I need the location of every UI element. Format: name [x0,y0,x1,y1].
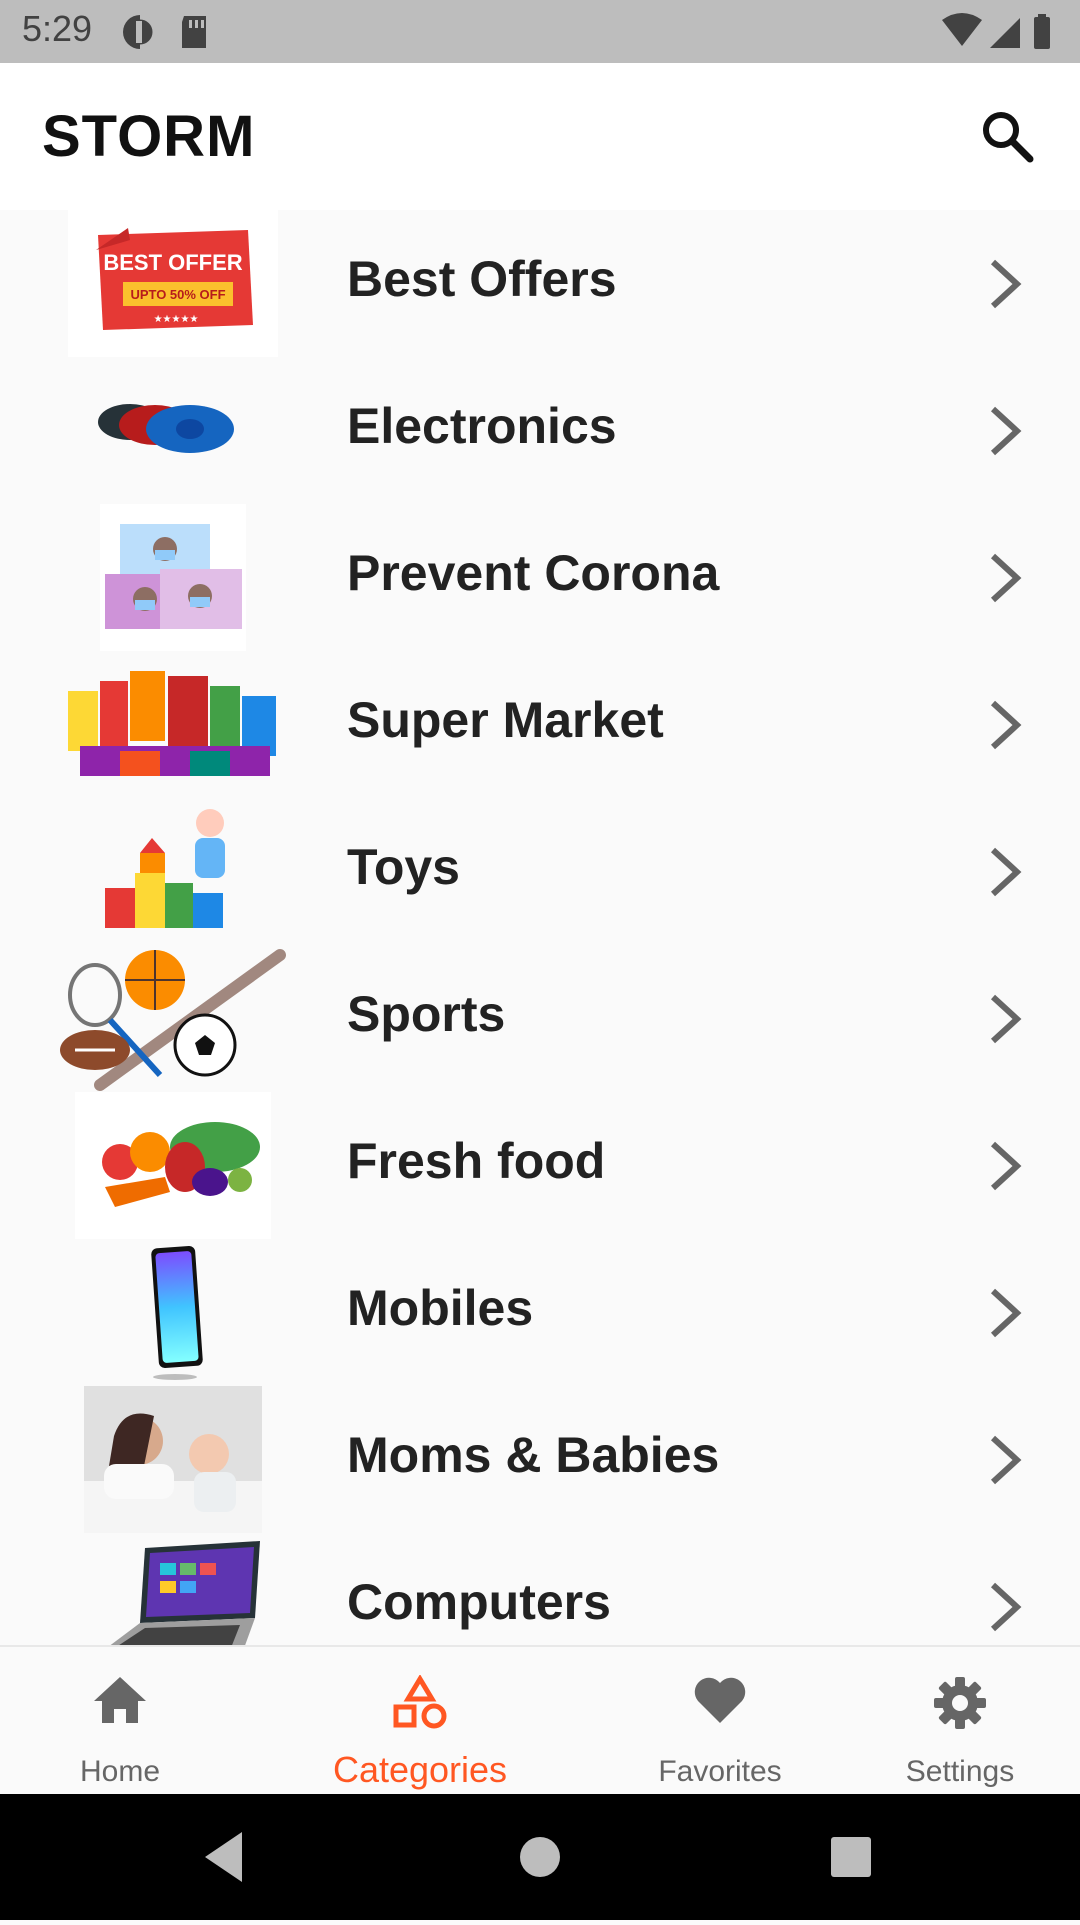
svg-text:BEST OFFER: BEST OFFER [103,250,242,275]
chevron-right-icon [990,1288,1022,1338]
recents-button[interactable] [831,1837,871,1877]
chevron-right-icon [990,1435,1022,1485]
sports-balls-image [60,945,290,1092]
groceries-image [60,651,290,798]
laptop-image [60,1533,290,1645]
category-label: Fresh food [347,1133,606,1189]
sd-card-icon [182,16,206,48]
nav-item-favorites[interactable]: Favorites [600,1647,840,1796]
nav-label: Favorites [658,1755,782,1788]
category-label: Best Offers [347,251,617,307]
app-bar: STORM [0,63,1080,210]
category-row-super-market[interactable]: Super Market [0,651,1080,798]
system-navigation-bar [0,1794,1080,1920]
chevron-right-icon [990,1582,1022,1632]
category-label: Super Market [347,692,664,748]
chevron-right-icon [990,406,1022,456]
category-row-computers[interactable]: Computers [0,1533,1080,1645]
svg-text:★★★★★: ★★★★★ [154,314,199,325]
nav-label: Categories [332,1749,508,1790]
status-bar: 5:29 [0,0,1080,63]
category-label: Sports [347,986,506,1042]
search-button[interactable] [976,105,1040,169]
back-icon [205,1832,242,1882]
nav-item-categories[interactable]: Categories [300,1647,540,1796]
home-icon [94,1677,146,1723]
smartphone-image [60,1239,290,1386]
category-label: Computers [347,1574,611,1630]
nav-item-settings[interactable]: Settings [840,1647,1080,1796]
status-right-icons [940,12,1060,57]
nav-label: Home [79,1755,161,1788]
category-row-prevent-corona[interactable]: Prevent Corona [0,504,1080,651]
category-row-fresh-food[interactable]: Fresh food [0,1092,1080,1239]
category-row-mobiles[interactable]: Mobiles [0,1239,1080,1386]
category-label: Toys [347,839,460,895]
chevron-right-icon [990,847,1022,897]
category-list[interactable]: BEST OFFER UPTO 50% OFF ★★★★★ Best Offer… [0,210,1080,1645]
chevron-right-icon [990,700,1022,750]
wifi-icon [942,13,982,46]
mom-baby-image [84,1386,262,1533]
data-saver-icon [123,14,158,50]
category-label: Mobiles [347,1280,534,1336]
face-masks-image [100,504,246,651]
category-row-moms-babies[interactable]: Moms & Babies [0,1386,1080,1533]
recents-icon [831,1837,871,1877]
svg-text:UPTO 50% OFF: UPTO 50% OFF [130,287,225,302]
nav-label: Settings [905,1755,1015,1788]
chevron-right-icon [990,994,1022,1044]
back-button[interactable] [205,1832,242,1882]
vegetables-image [75,1092,271,1239]
category-row-electronics[interactable]: Electronics [0,357,1080,504]
nav-item-home[interactable]: Home [0,1647,240,1796]
home-circle-icon [520,1837,560,1877]
category-row-best-offers[interactable]: BEST OFFER UPTO 50% OFF ★★★★★ Best Offer… [0,210,1080,357]
home-system-button[interactable] [520,1837,560,1877]
category-label: Prevent Corona [347,545,720,601]
best-offer-image: BEST OFFER UPTO 50% OFF ★★★★★ [68,210,278,357]
signal-icon [990,18,1020,48]
gear-icon [934,1677,986,1729]
status-left-icons [120,12,230,57]
chevron-right-icon [990,553,1022,603]
battery-icon [1034,14,1050,49]
chevron-right-icon [990,259,1022,309]
chevron-right-icon [990,1141,1022,1191]
category-row-toys[interactable]: Toys [0,798,1080,945]
bottom-navigation: Home Categories Favorites Settings [0,1645,1080,1796]
heart-icon [694,1677,746,1723]
toy-blocks-image [60,798,290,945]
category-label: Moms & Babies [347,1427,720,1483]
speakers-image [60,357,290,504]
category-label: Electronics [347,398,617,454]
app-title: STORM [42,104,256,169]
categories-icon [393,1675,447,1729]
status-time: 5:29 [22,8,93,49]
search-icon [983,112,1034,163]
category-row-sports[interactable]: Sports [0,945,1080,1092]
